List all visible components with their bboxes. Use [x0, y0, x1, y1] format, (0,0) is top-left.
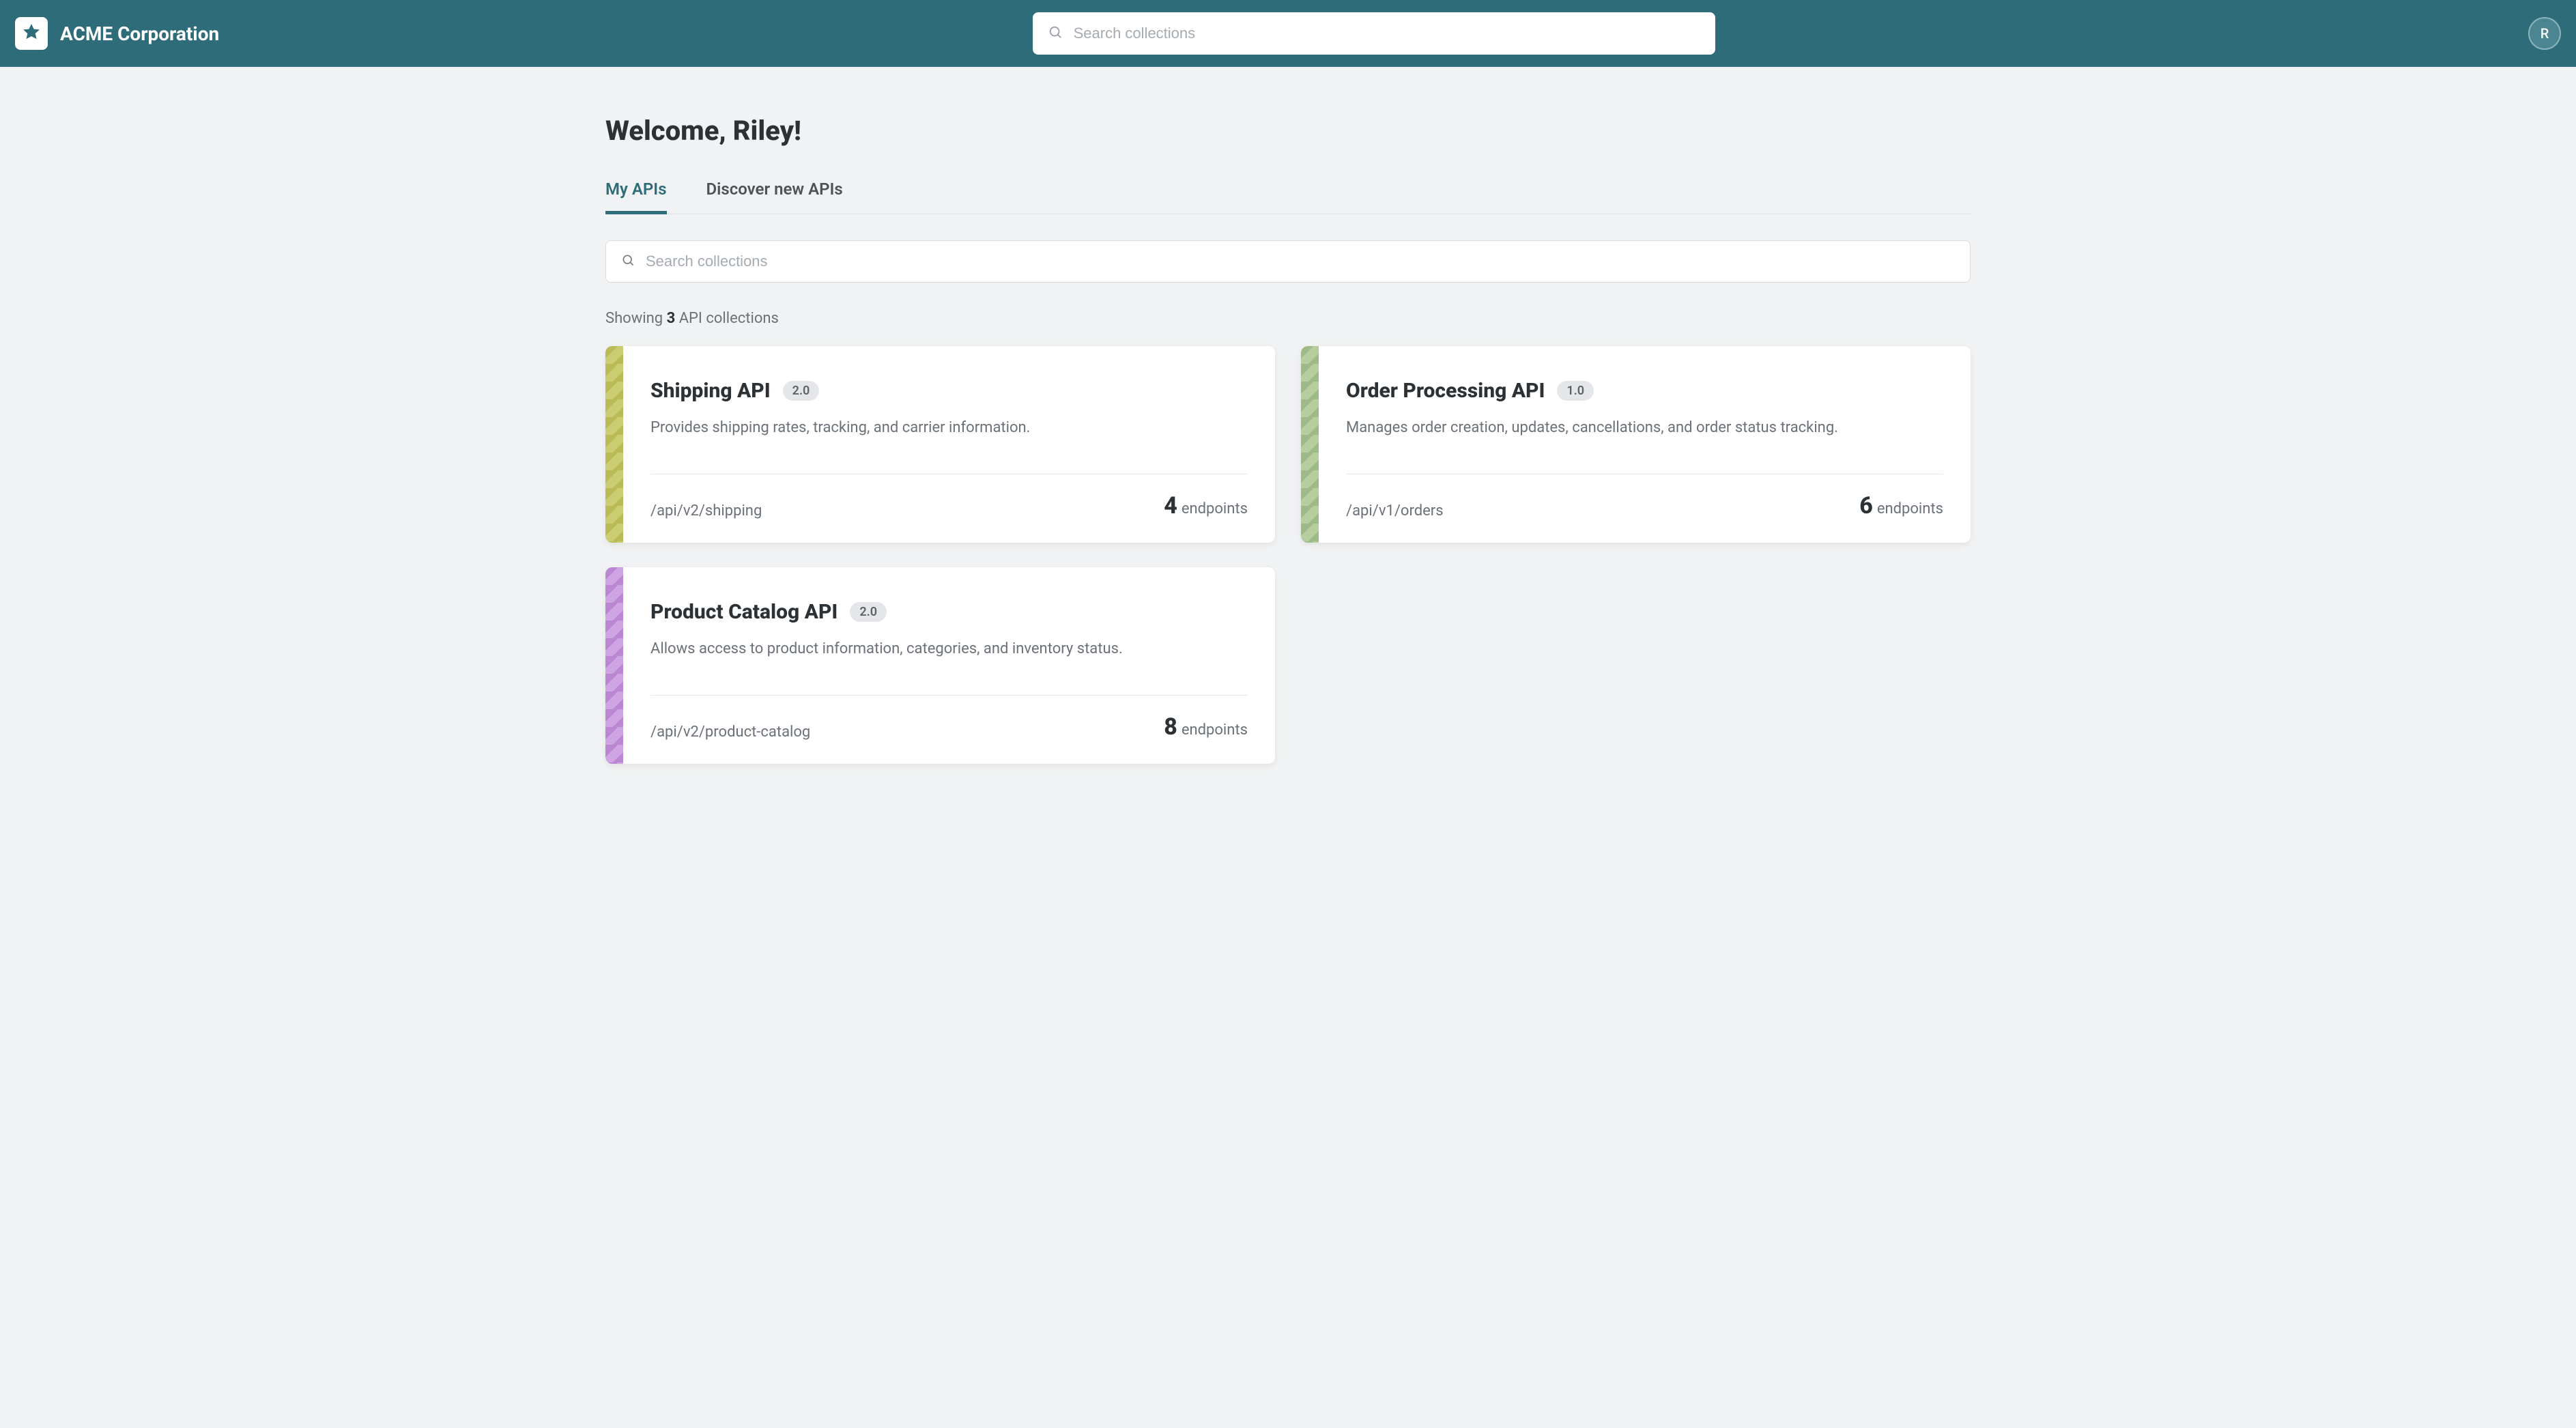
endpoint-label: endpoints: [1877, 500, 1943, 517]
card-title-row: Product Catalog API 2.0: [650, 600, 1248, 624]
card-footer: /api/v1/orders 6endpoints: [1346, 474, 1943, 519]
card-title: Order Processing API: [1346, 379, 1545, 403]
endpoint-label: endpoints: [1182, 722, 1248, 739]
card-top: Product Catalog API 2.0 Allows access to p…: [650, 600, 1248, 677]
content-search[interactable]: [605, 240, 1971, 283]
version-badge: 2.0: [783, 381, 820, 401]
tab-my-apis[interactable]: My APIs: [605, 180, 667, 214]
tabs: My APIs Discover new APIs: [605, 180, 1971, 214]
app-header: ACME Corporation R: [0, 0, 2576, 67]
card-description: Allows access to product information, ca…: [650, 639, 1248, 660]
endpoint-count: 8: [1164, 713, 1177, 741]
card-endpoints: 6endpoints: [1859, 492, 1943, 519]
tab-discover-new-apis[interactable]: Discover new APIs: [706, 180, 843, 214]
card-title-row: Order Processing API 1.0: [1346, 379, 1943, 403]
card-title-row: Shipping API 2.0: [650, 379, 1248, 403]
header-search-wrap: [219, 12, 2528, 55]
card-description: Manages order creation, updates, cancell…: [1346, 418, 1943, 439]
content-search-input[interactable]: [646, 253, 1955, 270]
card-accent-stripe: [605, 567, 623, 764]
api-card[interactable]: Order Processing API 1.0 Manages order cre…: [1301, 346, 1971, 543]
card-path: /api/v2/shipping: [650, 502, 762, 519]
endpoint-count: 4: [1164, 492, 1177, 519]
api-card[interactable]: Shipping API 2.0 Provides shipping rates, …: [605, 346, 1275, 543]
cards-grid: Shipping API 2.0 Provides shipping rates, …: [605, 346, 1971, 764]
endpoint-label: endpoints: [1182, 500, 1248, 517]
card-body: Product Catalog API 2.0 Allows access to p…: [623, 567, 1275, 764]
card-body: Shipping API 2.0 Provides shipping rates, …: [623, 346, 1275, 543]
header-search-input[interactable]: [1074, 25, 1700, 42]
endpoint-count: 6: [1859, 492, 1873, 519]
version-badge: 1.0: [1557, 381, 1594, 401]
result-count-suffix: API collections: [679, 310, 779, 327]
search-icon: [1048, 25, 1063, 42]
card-top: Order Processing API 1.0 Manages order cre…: [1346, 379, 1943, 456]
card-path: /api/v2/product-catalog: [650, 724, 810, 741]
card-endpoints: 4 endpoints: [1164, 492, 1248, 519]
logo-badge[interactable]: [15, 17, 48, 50]
avatar-initial: R: [2541, 25, 2549, 42]
header-brand: ACME Corporation: [15, 17, 219, 50]
version-badge: 2.0: [850, 602, 887, 622]
org-name: ACME Corporation: [60, 23, 219, 45]
card-title: Product Catalog API: [650, 600, 838, 624]
card-endpoints: 8 endpoints: [1164, 713, 1248, 741]
card-path: /api/v1/orders: [1346, 502, 1444, 519]
result-count-number: 3: [667, 310, 676, 327]
header-search[interactable]: [1033, 12, 1715, 55]
main-content: Welcome, Riley! My APIs Discover new APIs…: [605, 67, 1971, 805]
page-title: Welcome, Riley!: [605, 115, 1971, 147]
card-accent-stripe: [1301, 346, 1319, 543]
card-top: Shipping API 2.0 Provides shipping rates, …: [650, 379, 1248, 456]
result-count: Showing 3 API collections: [605, 310, 1971, 327]
card-footer: /api/v2/product-catalog 8 endpoints: [650, 695, 1248, 741]
api-card[interactable]: Product Catalog API 2.0 Allows access to p…: [605, 567, 1275, 764]
card-body: Order Processing API 1.0 Manages order cre…: [1319, 346, 1971, 543]
star-icon: [21, 22, 42, 45]
search-icon: [621, 253, 635, 270]
avatar[interactable]: R: [2528, 17, 2561, 50]
card-title: Shipping API: [650, 379, 771, 403]
result-count-prefix: Showing: [605, 310, 663, 327]
card-description: Provides shipping rates, tracking, and c…: [650, 418, 1248, 439]
card-footer: /api/v2/shipping 4 endpoints: [650, 474, 1248, 519]
card-accent-stripe: [605, 346, 623, 543]
